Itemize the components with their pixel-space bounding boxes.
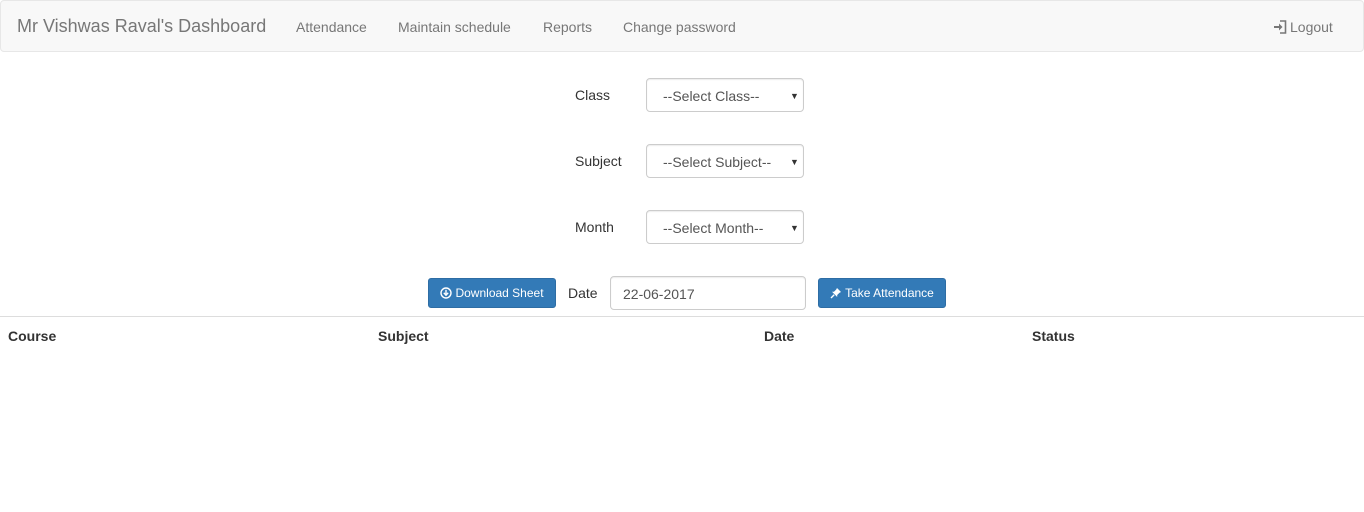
pushpin-icon: [830, 288, 842, 299]
column-header-status: Status: [1032, 328, 1075, 344]
nav-attendance[interactable]: Attendance: [296, 18, 367, 36]
brand-title[interactable]: Mr Vishwas Raval's Dashboard: [17, 15, 266, 37]
month-select-value: --Select Month--: [663, 220, 764, 236]
nav-change-password[interactable]: Change password: [623, 18, 736, 36]
class-select[interactable]: --Select Class-- ▼: [646, 78, 804, 112]
date-input[interactable]: 22-06-2017: [610, 276, 806, 310]
dropdown-arrow-icon: ▼: [790, 91, 799, 101]
logout-link[interactable]: Logout: [1273, 18, 1333, 36]
month-label: Month: [575, 219, 614, 235]
date-label: Date: [568, 285, 598, 301]
nav-reports[interactable]: Reports: [543, 18, 592, 36]
navbar: Mr Vishwas Raval's Dashboard Attendance …: [0, 0, 1364, 52]
log-in-icon: [1274, 20, 1287, 34]
column-header-date: Date: [764, 328, 795, 344]
month-select[interactable]: --Select Month-- ▼: [646, 210, 804, 244]
column-header-subject: Subject: [378, 328, 429, 344]
class-label: Class: [575, 87, 611, 103]
dropdown-arrow-icon: ▼: [790, 223, 799, 233]
dropdown-arrow-icon: ▼: [790, 157, 799, 167]
download-sheet-label: Download Sheet: [455, 286, 544, 300]
subject-label: Subject: [575, 153, 622, 169]
table-top-border: [0, 316, 1364, 317]
take-attendance-label: Take Attendance: [845, 286, 934, 300]
column-header-course: Course: [8, 328, 57, 344]
subject-select[interactable]: --Select Subject-- ▼: [646, 144, 804, 178]
nav-maintain-schedule[interactable]: Maintain schedule: [398, 18, 511, 36]
download-sheet-button[interactable]: Download Sheet: [428, 278, 556, 308]
subject-select-value: --Select Subject--: [663, 154, 772, 170]
logout-label: Logout: [1290, 19, 1333, 35]
download-circle-icon: [440, 287, 453, 299]
take-attendance-button[interactable]: Take Attendance: [818, 278, 946, 308]
class-select-value: --Select Class--: [663, 88, 760, 104]
date-input-value: 22-06-2017: [623, 286, 695, 302]
